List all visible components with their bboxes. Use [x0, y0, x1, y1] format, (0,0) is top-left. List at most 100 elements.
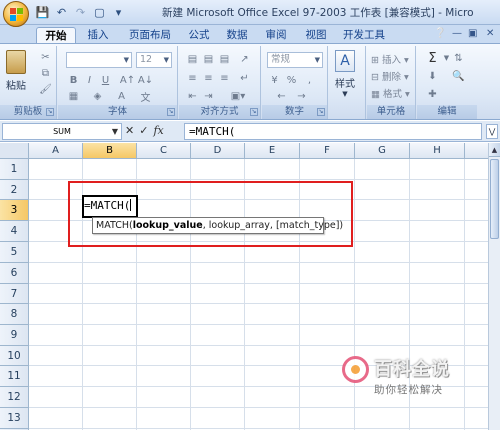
customize-icon[interactable]: ▾	[110, 4, 127, 20]
insert-function-icon[interactable]: fx	[153, 124, 163, 137]
font-color-icon[interactable]: A	[114, 89, 129, 103]
autosum-icon[interactable]: Σ	[425, 51, 440, 66]
row-header-selected[interactable]: 3	[0, 200, 29, 221]
row-header[interactable]: 9	[0, 325, 29, 346]
tab-home[interactable]: 开始	[36, 27, 76, 43]
redo-icon[interactable]: ↷	[72, 4, 89, 20]
align-bottom-icon[interactable]: ▤	[217, 52, 232, 66]
formula-input[interactable]: =MATCH(	[184, 123, 482, 140]
comma-icon[interactable]: ,	[302, 73, 317, 87]
font-name-combo[interactable]: ▼	[66, 52, 132, 68]
tab-insert[interactable]: 插入	[82, 27, 114, 43]
restore-icon[interactable]: ▣	[468, 28, 477, 39]
format-cells-label: 格式	[383, 89, 403, 100]
align-right-icon[interactable]: ≡	[217, 71, 232, 85]
tab-developer[interactable]: 开发工具	[341, 27, 387, 43]
tab-view[interactable]: 视图	[301, 27, 331, 43]
watermark: 百科全说 助你轻松解决	[338, 355, 470, 405]
row-header[interactable]: 7	[0, 284, 29, 304]
formula-enter-icon[interactable]: ✓	[139, 124, 148, 137]
help-icon[interactable]: ❔	[434, 28, 446, 39]
insert-cells-button[interactable]: ⊞ 插入 ▾	[371, 52, 409, 66]
shrink-font-icon[interactable]: A↓	[138, 73, 153, 87]
number-launcher-icon[interactable]: ↘	[317, 108, 325, 116]
vertical-scrollbar[interactable]: ▲	[488, 143, 500, 430]
column-header[interactable]: E	[245, 143, 300, 159]
row-header[interactable]: 10	[0, 346, 29, 366]
group-label-cells: 单元格	[367, 105, 415, 119]
formula-cancel-icon[interactable]: ✕	[125, 124, 134, 137]
cut-icon[interactable]: ✂	[38, 50, 53, 64]
column-header[interactable]: F	[300, 143, 355, 159]
column-header[interactable]: C	[137, 143, 191, 159]
row-header[interactable]: 6	[0, 263, 29, 284]
column-header[interactable]: D	[191, 143, 245, 159]
orientation-icon[interactable]: ↗	[237, 52, 252, 66]
align-middle-icon[interactable]: ▤	[201, 52, 216, 66]
column-header-partial[interactable]	[465, 143, 489, 159]
select-all-corner[interactable]	[0, 143, 29, 159]
clipboard-launcher-icon[interactable]: ↘	[46, 108, 54, 116]
decrease-decimal-icon[interactable]: →	[294, 89, 309, 103]
format-painter-icon[interactable]: 🖌	[38, 82, 53, 96]
number-format-combo[interactable]: 常规 ▼	[267, 52, 323, 68]
tab-page-layout[interactable]: 页面布局	[124, 27, 176, 43]
expand-formula-icon[interactable]: ⋁	[486, 124, 498, 139]
save-icon[interactable]: 💾	[34, 4, 51, 20]
row-header[interactable]: 8	[0, 304, 29, 325]
scrollbar-thumb[interactable]	[490, 159, 499, 239]
percent-icon[interactable]: %	[284, 73, 299, 87]
row-header[interactable]: 5	[0, 242, 29, 263]
align-top-icon[interactable]: ▤	[185, 52, 200, 66]
fill-icon[interactable]: ⬇	[425, 69, 440, 83]
row-header[interactable]: 13	[0, 408, 29, 429]
decrease-indent-icon[interactable]: ⇤	[185, 89, 200, 103]
row-header[interactable]: 2	[0, 180, 29, 200]
align-left-icon[interactable]: ≡	[185, 71, 200, 85]
scroll-up-icon[interactable]: ▲	[489, 143, 500, 157]
print-preview-icon[interactable]: ▢	[91, 4, 108, 20]
increase-decimal-icon[interactable]: ←	[274, 89, 289, 103]
column-header[interactable]: H	[410, 143, 465, 159]
tab-formulas[interactable]: 公式	[184, 27, 214, 43]
fill-color-icon[interactable]: ◈	[90, 89, 105, 103]
borders-icon[interactable]: ▦	[66, 89, 81, 103]
grow-font-icon[interactable]: A↑	[120, 73, 135, 87]
column-header[interactable]: G	[355, 143, 410, 159]
find-select-icon[interactable]: 🔍	[451, 69, 466, 83]
close-icon[interactable]: ✕	[486, 28, 494, 39]
clear-icon[interactable]: ✚	[425, 87, 440, 101]
font-size-combo[interactable]: 12 ▼	[136, 52, 172, 68]
styles-button[interactable]: A 样式 ▼	[335, 50, 355, 98]
name-box[interactable]: SUM ▼	[2, 123, 122, 140]
currency-icon[interactable]: ¥	[267, 73, 282, 87]
number-format-value: 常规	[271, 54, 291, 65]
increase-indent-icon[interactable]: ⇥	[201, 89, 216, 103]
delete-cells-button[interactable]: ⊟ 删除 ▾	[371, 69, 409, 83]
row-header[interactable]: 11	[0, 366, 29, 387]
copy-icon[interactable]: ⧉	[38, 66, 53, 80]
minimize-ribbon-icon[interactable]: —	[452, 28, 462, 39]
row-header[interactable]: 1	[0, 159, 29, 180]
row-header[interactable]: 4	[0, 221, 29, 242]
alignment-launcher-icon[interactable]: ↘	[250, 108, 258, 116]
undo-icon[interactable]: ↶	[53, 4, 70, 20]
sort-filter-icon[interactable]: ⇅	[451, 51, 466, 65]
phonetic-icon[interactable]: 文	[138, 89, 153, 104]
row-header[interactable]: 12	[0, 387, 29, 408]
office-button[interactable]	[3, 1, 29, 27]
column-header-selected[interactable]: B	[83, 143, 137, 159]
tab-data[interactable]: 数据	[222, 27, 252, 43]
underline-button[interactable]: U	[98, 73, 113, 87]
bold-button[interactable]: B	[66, 73, 81, 87]
column-header[interactable]: A	[29, 143, 83, 159]
merge-center-icon[interactable]: ▣▾	[225, 89, 251, 103]
font-launcher-icon[interactable]: ↘	[167, 108, 175, 116]
wrap-text-icon[interactable]: ↵	[237, 71, 252, 85]
paste-button[interactable]: 粘贴	[6, 50, 26, 92]
paste-label: 粘贴	[6, 81, 26, 92]
format-cells-button[interactable]: ▦ 格式 ▾	[371, 86, 410, 100]
tab-review[interactable]: 审阅	[261, 27, 291, 43]
align-center-icon[interactable]: ≡	[201, 71, 216, 85]
italic-button[interactable]: I	[82, 73, 97, 87]
